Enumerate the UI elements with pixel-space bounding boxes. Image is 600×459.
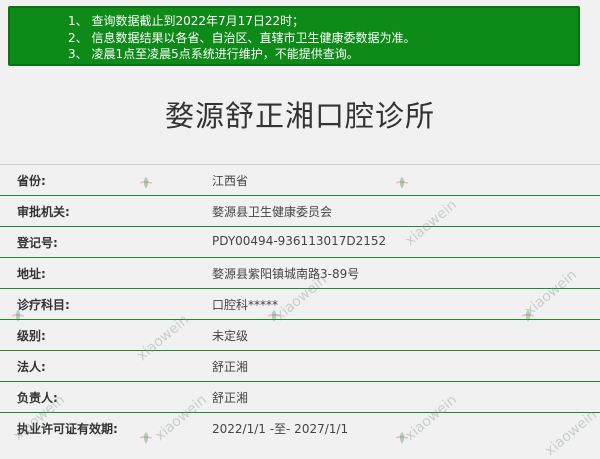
row-level: 级别: 未定级 — [0, 319, 600, 350]
row-label: 诊疗科目: — [17, 298, 70, 312]
row-label: 负责人: — [17, 391, 58, 405]
row-value: 婺源县紫阳镇城南路3-89号 — [212, 267, 360, 281]
row-value: 2022/1/1 -至- 2027/1/1 — [212, 422, 349, 436]
row-legal-person: 法人: 舒正湘 — [0, 350, 600, 381]
row-departments: 诊疗科目: 口腔科***** — [0, 288, 600, 319]
notice-line-2: 2、 信息数据结果以各省、自治区、直辖市卫生健康委数据为准。 — [68, 30, 416, 45]
row-value: PDY00494-936113017D2152 — [212, 234, 387, 248]
row-value: 江西省 — [212, 174, 249, 188]
row-value: 口腔科***** — [212, 298, 279, 312]
notice-line-1: 1、 查询数据截止到2022年7月17日22时； — [68, 14, 305, 28]
row-responsible-person: 负责人: 舒正湘 — [0, 381, 600, 412]
row-value: 未定级 — [212, 329, 249, 343]
row-address: 地址: 婺源县紫阳镇城南路3-89号 — [0, 257, 600, 288]
row-registration-number: 登记号: PDY00494-936113017D2152 — [0, 226, 600, 257]
row-label: 法人: — [17, 360, 46, 374]
row-value: 婺源县卫生健康委员会 — [212, 205, 333, 219]
row-label: 登记号: — [17, 236, 58, 250]
row-approval-authority: 审批机关: 婺源县卫生健康委员会 — [0, 195, 600, 226]
row-label: 执业许可证有效期: — [17, 422, 118, 436]
row-value: 舒正湘 — [212, 360, 249, 374]
notice-line-3: 3、 凌晨1点至凌晨5点系统进行维护，不能提供查询。 — [68, 47, 359, 61]
row-province: 省份: 江西省 — [0, 164, 600, 195]
notice-banner: 1、 查询数据截止到2022年7月17日22时； 2、 信息数据结果以各省、自治… — [8, 6, 580, 66]
row-license-validity: 执业许可证有效期: 2022/1/1 -至- 2027/1/1 — [0, 412, 600, 443]
page-title: 婺源舒正湘口腔诊所 — [164, 99, 435, 133]
info-table: 省份: 江西省 审批机关: 婺源县卫生健康委员会 登记号: PDY00494-9… — [0, 164, 600, 443]
row-label: 地址: — [17, 267, 46, 281]
row-label: 省份: — [17, 174, 46, 188]
row-label: 审批机关: — [17, 205, 70, 219]
row-label: 级别: — [17, 329, 46, 343]
row-value: 舒正湘 — [212, 391, 249, 405]
